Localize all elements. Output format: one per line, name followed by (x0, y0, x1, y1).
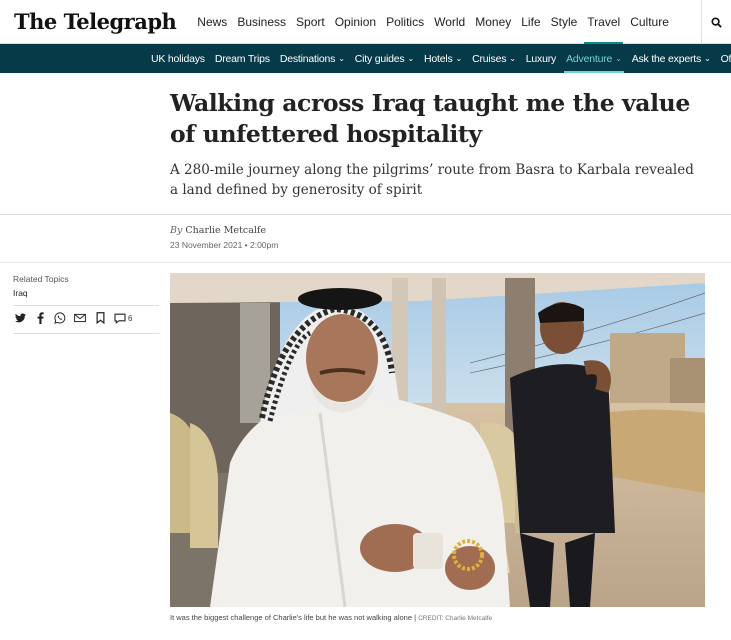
nav-news[interactable]: News (192, 0, 232, 44)
divider (0, 214, 731, 215)
subnav-offers[interactable]: Offers (716, 44, 731, 73)
nav-life[interactable]: Life (516, 0, 545, 44)
bookmark-icon[interactable] (94, 311, 106, 325)
search-button[interactable] (701, 0, 731, 44)
nav-opinion[interactable]: Opinion (330, 0, 381, 44)
facebook-icon[interactable] (34, 311, 46, 325)
subnav-label: Dream Trips (214, 52, 270, 65)
whatsapp-icon[interactable] (54, 311, 66, 325)
nav-world[interactable]: World (429, 0, 470, 44)
subnav-hotels[interactable]: Hotels ⌄ (419, 44, 467, 73)
subnav-label: Adventure (566, 52, 613, 65)
subnav-ask-the-experts[interactable]: Ask the experts ⌄ (627, 44, 716, 73)
byline: By Charlie Metcalfe (170, 225, 266, 236)
chevron-down-icon: ⌄ (455, 54, 463, 63)
top-nav: The Telegraph News Business Sport Opinio… (0, 0, 731, 45)
nav-style[interactable]: Style (546, 0, 583, 44)
divider (13, 333, 159, 334)
chevron-down-icon: ⌄ (509, 54, 516, 63)
divider (0, 262, 731, 263)
travel-subnav: UK holidays Dream Trips Destinations ⌄ Ci… (0, 44, 731, 73)
main-nav: News Business Sport Opinion Politics Wor… (192, 0, 674, 45)
subnav-luxury[interactable]: Luxury (521, 44, 561, 73)
subnav-destinations[interactable]: Destinations ⌄ (275, 44, 350, 73)
share-bar: 6 (14, 311, 132, 325)
nav-politics[interactable]: Politics (381, 0, 429, 44)
caption-text: It was the biggest challenge of Charlie'… (170, 613, 419, 622)
article-headline: Walking across Iraq taught me the value … (170, 89, 690, 148)
email-icon[interactable] (74, 311, 86, 325)
comment-icon[interactable] (114, 311, 126, 325)
twitter-icon[interactable] (14, 311, 26, 325)
publish-date: 23 November 2021 • 2:00pm (170, 240, 279, 250)
subnav-city-guides[interactable]: City guides ⌄ (350, 44, 419, 73)
chevron-down-icon: ⌄ (615, 54, 622, 63)
nav-sport[interactable]: Sport (291, 0, 330, 44)
nav-business[interactable]: Business (232, 0, 291, 44)
article-standfirst: A 280-mile journey along the pilgrims’ r… (170, 162, 694, 198)
subnav-label: Hotels (423, 52, 453, 65)
lead-photo (170, 273, 705, 607)
photo-caption: It was the biggest challenge of Charlie'… (170, 613, 492, 622)
author-link[interactable]: Charlie Metcalfe (185, 225, 266, 236)
related-topics-label: Related Topics (13, 274, 69, 284)
photo-credit: CREDIT: Charlie Metcalfe (418, 615, 493, 622)
divider (13, 305, 159, 306)
subnav-dream-trips[interactable]: Dream Trips (210, 44, 275, 73)
nav-money[interactable]: Money (470, 0, 516, 44)
subnav-uk-holidays[interactable]: UK holidays (146, 44, 210, 73)
subnav-label: Offers (720, 52, 731, 65)
chevron-down-icon: ⌄ (407, 54, 414, 63)
chevron-down-icon: ⌄ (704, 54, 711, 63)
subnav-cruises[interactable]: Cruises ⌄ (467, 44, 521, 73)
subnav-label: Luxury (525, 52, 557, 65)
nav-travel[interactable]: Travel (582, 0, 625, 45)
subnav-label: City guides (354, 52, 405, 65)
subnav-label: Ask the experts (631, 52, 702, 65)
related-topic-iraq[interactable]: Iraq (13, 288, 28, 298)
subnav-label: UK holidays (151, 52, 205, 65)
chevron-down-icon: ⌄ (338, 54, 345, 63)
site-logo[interactable]: The Telegraph (14, 9, 177, 34)
subnav-label: Cruises (472, 52, 507, 65)
search-icon (711, 16, 722, 28)
byline-prefix: By (170, 225, 183, 236)
subnav-adventure[interactable]: Adventure ⌄ (561, 44, 627, 73)
nav-culture[interactable]: Culture (625, 0, 674, 44)
comment-count[interactable]: 6 (128, 314, 132, 323)
subnav-label: Destinations (279, 52, 336, 65)
